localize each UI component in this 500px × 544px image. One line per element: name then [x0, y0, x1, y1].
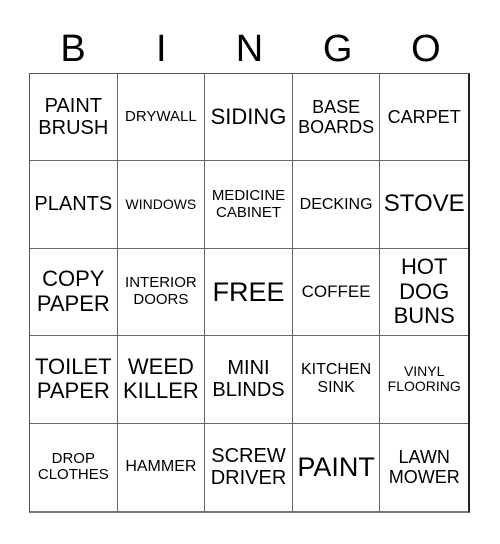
bingo-cell[interactable]: COFFEE [292, 248, 381, 337]
bingo-cell[interactable]: MINI BLINDS [205, 336, 293, 424]
bingo-cell[interactable]: DECKING [292, 161, 381, 249]
bingo-cell[interactable]: SCREW DRIVER [205, 423, 293, 511]
header-letter-i: I [156, 28, 167, 70]
bingo-cell[interactable]: TOILET PAPER [30, 336, 118, 424]
bingo-cell[interactable]: SIDING [205, 74, 293, 162]
bingo-grid: PAINT BRUSH DRYWALL SIDING BASE BOARDS C… [29, 73, 470, 513]
bingo-cell[interactable]: WINDOWS [117, 161, 206, 249]
header-letter-g: G [322, 28, 353, 70]
bingo-cell[interactable]: HAMMER [118, 423, 206, 511]
bingo-cell[interactable]: HOT DOG BUNS [380, 249, 468, 337]
bingo-header: B I N G O [29, 26, 470, 72]
bingo-cell[interactable]: COPY PAPER [30, 248, 118, 337]
bingo-cell[interactable]: PLANTS [30, 161, 118, 249]
bingo-cell[interactable]: PAINT [293, 423, 381, 511]
header-letter-n: N [235, 28, 264, 70]
bingo-cell[interactable]: PAINT BRUSH [30, 74, 118, 162]
bingo-cell[interactable]: LAWN MOWER [380, 424, 468, 511]
header-letter-o: O [411, 28, 441, 70]
bingo-cell[interactable]: CARPET [380, 74, 468, 162]
bingo-cell[interactable]: MEDICINE CABINET [205, 161, 293, 249]
bingo-cell[interactable]: DRYWALL [117, 74, 206, 162]
bingo-cell-free[interactable]: FREE [205, 248, 293, 337]
bingo-cell[interactable]: STOVE [380, 161, 468, 249]
bingo-cell[interactable]: INTERIOR DOORS [117, 248, 206, 337]
header-letter-b: B [60, 28, 86, 70]
bingo-cell[interactable]: VINYL FLOORING [380, 336, 468, 424]
bingo-cell[interactable]: WEED KILLER [117, 336, 206, 424]
bingo-cell[interactable]: DROP CLOTHES [30, 423, 118, 511]
bingo-cell[interactable]: BASE BOARDS [292, 74, 381, 162]
bingo-cell[interactable]: KITCHEN SINK [292, 336, 381, 424]
